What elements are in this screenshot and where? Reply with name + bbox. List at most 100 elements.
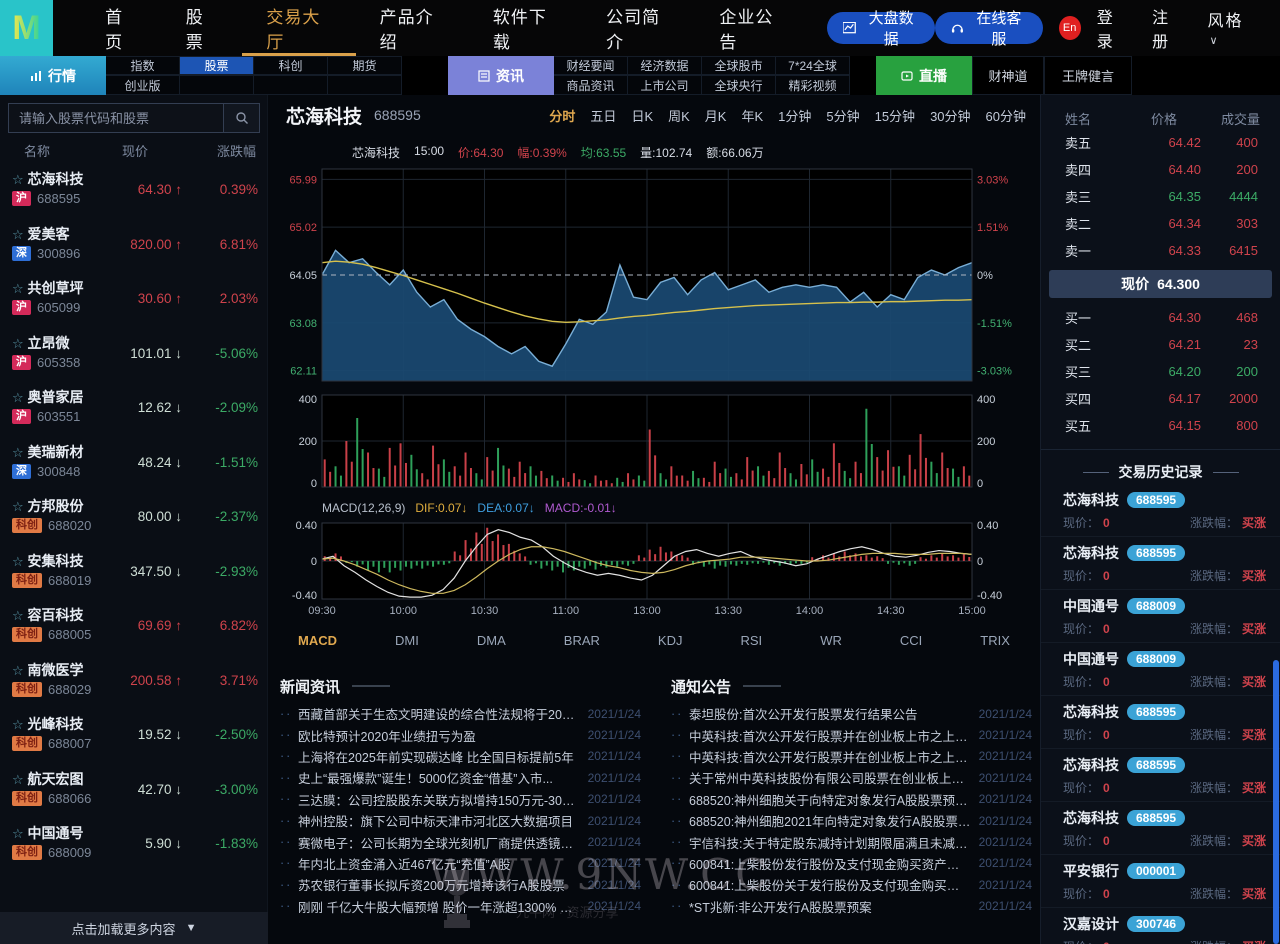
style-dropdown[interactable]: 风格 ∨ bbox=[1207, 7, 1258, 49]
period-tab-1分钟[interactable]: 1分钟 bbox=[778, 106, 811, 125]
period-tab-月K[interactable]: 月K bbox=[705, 106, 727, 125]
history-entry[interactable]: 芯海科技688595现价：0涨跌幅：买涨 bbox=[1041, 537, 1280, 590]
live-button[interactable]: 直播 bbox=[876, 56, 972, 95]
indicator-tab-TRIX[interactable]: TRIX bbox=[980, 633, 1010, 648]
notice-item[interactable]: ··关于常州中英科技股份有限公司股票在创业板上市交...2021/1/24 bbox=[671, 767, 1032, 788]
period-tab-分时[interactable]: 分时 bbox=[549, 106, 575, 125]
indicator-tab-MACD[interactable]: MACD bbox=[298, 633, 337, 648]
nav-item-7[interactable]: 企业公告 bbox=[695, 0, 808, 56]
star-icon[interactable]: ☆ bbox=[12, 717, 24, 732]
stock-row[interactable]: ☆ 方邦股份科创68802080.00 ↓-2.37% bbox=[0, 490, 268, 545]
star-icon[interactable]: ☆ bbox=[12, 390, 24, 405]
star-icon[interactable]: ☆ bbox=[12, 336, 24, 351]
star-icon[interactable]: ☆ bbox=[12, 554, 24, 569]
search-input[interactable] bbox=[9, 104, 223, 132]
nav-item-3[interactable]: 交易大厅 bbox=[242, 0, 355, 56]
indicator-tab-DMA[interactable]: DMA bbox=[477, 633, 506, 648]
stock-row[interactable]: ☆ 共创草坪沪60509930.60 ↑2.03% bbox=[0, 272, 268, 327]
newscat-tab-1-2[interactable]: 全球央行 bbox=[702, 75, 776, 95]
market-tab-0-2[interactable]: 科创 bbox=[254, 56, 328, 75]
sell-row[interactable]: 卖五64.42400 bbox=[1041, 129, 1280, 156]
star-icon[interactable]: ☆ bbox=[12, 281, 24, 296]
newscat-tab-1-3[interactable]: 精彩视频 bbox=[776, 75, 850, 95]
news-item[interactable]: ··年内北上资金涌入近467亿元“充值”A股2021/1/24 bbox=[280, 853, 641, 874]
nav-item-2[interactable]: 股票 bbox=[162, 0, 243, 56]
newscat-tab-1-0[interactable]: 商品资讯 bbox=[554, 75, 628, 95]
load-more-button[interactable]: 点击加载更多内容 ▼ bbox=[0, 912, 268, 944]
stock-row[interactable]: ☆ 爱美客深300896820.00 ↑6.81% bbox=[0, 218, 268, 273]
period-tab-5分钟[interactable]: 5分钟 bbox=[826, 106, 859, 125]
history-entry[interactable]: 芯海科技688595现价：0涨跌幅：买涨 bbox=[1041, 484, 1280, 537]
nav-item-6[interactable]: 公司简介 bbox=[582, 0, 695, 56]
stock-row[interactable]: ☆ 安集科技科创688019347.50 ↓-2.93% bbox=[0, 545, 268, 600]
history-entry[interactable]: 中国通号688009现价：0涨跌幅：买涨 bbox=[1041, 643, 1280, 696]
indicator-tab-KDJ[interactable]: KDJ bbox=[658, 633, 683, 648]
price-chart[interactable]: 65.9965.0264.0563.0862.113.03%1.51%0%-1.… bbox=[268, 161, 1040, 391]
star-icon[interactable]: ☆ bbox=[12, 445, 24, 460]
news-item[interactable]: ··欧比特预计2020年业绩扭亏为盈2021/1/24 bbox=[280, 724, 641, 745]
notice-item[interactable]: ··688520:神州细胞关于向特定对象发行A股股票预案...2021/1/24 bbox=[671, 789, 1032, 810]
star-icon[interactable]: ☆ bbox=[12, 499, 24, 514]
search-button[interactable] bbox=[223, 104, 259, 132]
history-entry[interactable]: 芯海科技688595现价：0涨跌幅：买涨 bbox=[1041, 696, 1280, 749]
nav-item-5[interactable]: 软件下载 bbox=[469, 0, 582, 56]
buy-row[interactable]: 买三64.20200 bbox=[1041, 358, 1280, 385]
stock-row[interactable]: ☆ 南微医学科创688029200.58 ↑3.71% bbox=[0, 654, 268, 709]
history-entry[interactable]: 芯海科技688595现价：0涨跌幅：买涨 bbox=[1041, 749, 1280, 802]
market-data-button[interactable]: 大盘数据 bbox=[827, 12, 936, 44]
indicator-tab-CCI[interactable]: CCI bbox=[900, 633, 922, 648]
period-tab-日K[interactable]: 日K bbox=[631, 106, 653, 125]
buy-row[interactable]: 买四64.172000 bbox=[1041, 385, 1280, 412]
nav-item-4[interactable]: 产品介绍 bbox=[356, 0, 469, 56]
indicator-tab-DMI[interactable]: DMI bbox=[395, 633, 419, 648]
macd-chart[interactable]: 0.400.4000-0.40-0.40 bbox=[268, 519, 1040, 603]
scrollbar[interactable] bbox=[1273, 660, 1279, 944]
stock-row[interactable]: ☆ 美瑞新材深30084848.24 ↓-1.51% bbox=[0, 436, 268, 491]
news-item[interactable]: ··上海将在2025年前实现碳达峰 比全国目标提前5年2021/1/24 bbox=[280, 746, 641, 767]
newscat-tab-0-2[interactable]: 全球股市 bbox=[702, 56, 776, 75]
period-tab-15分钟[interactable]: 15分钟 bbox=[875, 106, 915, 125]
sell-row[interactable]: 卖一64.336415 bbox=[1041, 237, 1280, 264]
stock-row[interactable]: ☆ 奥普家居沪60355112.62 ↓-2.09% bbox=[0, 381, 268, 436]
sell-row[interactable]: 卖四64.40200 bbox=[1041, 156, 1280, 183]
notice-item[interactable]: ··中英科技:首次公开发行股票并在创业板上市之上市...2021/1/24 bbox=[671, 746, 1032, 767]
notice-item[interactable]: ··宇信科技:关于特定股东减持计划期限届满且未减持...2021/1/24 bbox=[671, 831, 1032, 852]
indicator-tab-RSI[interactable]: RSI bbox=[741, 633, 763, 648]
period-tab-60分钟[interactable]: 60分钟 bbox=[986, 106, 1026, 125]
indicator-tab-WR[interactable]: WR bbox=[820, 633, 842, 648]
notice-item[interactable]: ··*ST兆新:非公开发行A股股票预案2021/1/24 bbox=[671, 896, 1032, 917]
volume-chart[interactable]: 40040020020000 bbox=[268, 391, 1040, 497]
quotes-button[interactable]: 行情 bbox=[0, 56, 106, 95]
notice-item[interactable]: ··600841:上柴股份发行股份及支付现金购买资产并募...2021/1/24 bbox=[671, 853, 1032, 874]
buy-row[interactable]: 买一64.30468 bbox=[1041, 304, 1280, 331]
market-tab-1-0[interactable]: 创业版 bbox=[106, 75, 180, 95]
indicator-tab-BRAR[interactable]: BRAR bbox=[564, 633, 600, 648]
login-link[interactable]: 登 录 bbox=[1097, 4, 1136, 52]
stock-row[interactable]: ☆ 芯海科技沪68859564.30 ↑0.39% bbox=[0, 163, 268, 218]
caishendao-tab[interactable]: 财神道 bbox=[972, 56, 1044, 95]
newscat-tab-0-1[interactable]: 经济数据 bbox=[628, 56, 702, 75]
news-item[interactable]: ··刚刚 千亿大牛股大幅预增 股价一年涨超1300% 可转...2021/1/2… bbox=[280, 896, 641, 917]
period-tab-五日[interactable]: 五日 bbox=[590, 106, 616, 125]
star-icon[interactable]: ☆ bbox=[12, 826, 24, 841]
star-icon[interactable]: ☆ bbox=[12, 608, 24, 623]
online-service-button[interactable]: 在线客服 bbox=[935, 12, 1042, 44]
market-tab-0-1[interactable]: 股票 bbox=[180, 56, 254, 75]
nav-item-1[interactable]: 首页 bbox=[81, 0, 162, 56]
star-icon[interactable]: ☆ bbox=[12, 772, 24, 787]
market-tab-0-0[interactable]: 指数 bbox=[106, 56, 180, 75]
news-button[interactable]: 资讯 bbox=[448, 56, 554, 95]
notice-item[interactable]: ··600841:上柴股份关于发行股份及支付现金购买资产...2021/1/24 bbox=[671, 874, 1032, 895]
register-link[interactable]: 注 册 bbox=[1152, 4, 1191, 52]
period-tab-周K[interactable]: 周K bbox=[668, 106, 690, 125]
news-item[interactable]: ··赛微电子：公司长期为全球光刻机厂商提供透镜系统...2021/1/24 bbox=[280, 831, 641, 852]
star-icon[interactable]: ☆ bbox=[12, 172, 24, 187]
buy-row[interactable]: 买二64.2123 bbox=[1041, 331, 1280, 358]
news-item[interactable]: ··西藏首部关于生态文明建设的综合性法规将于2021...2021/1/24 bbox=[280, 703, 641, 724]
news-item[interactable]: ··神州控股：旗下公司中标天津市河北区大数据项目2021/1/24 bbox=[280, 810, 641, 831]
history-entry[interactable]: 中国通号688009现价：0涨跌幅：买涨 bbox=[1041, 590, 1280, 643]
newscat-tab-0-0[interactable]: 财经要闻 bbox=[554, 56, 628, 75]
wangpai-tab[interactable]: 王牌健言 bbox=[1044, 56, 1132, 95]
news-item[interactable]: ··史上“最强爆款”诞生！5000亿资金“借基”入市...2021/1/24 bbox=[280, 767, 641, 788]
market-tab-0-3[interactable]: 期货 bbox=[328, 56, 402, 75]
